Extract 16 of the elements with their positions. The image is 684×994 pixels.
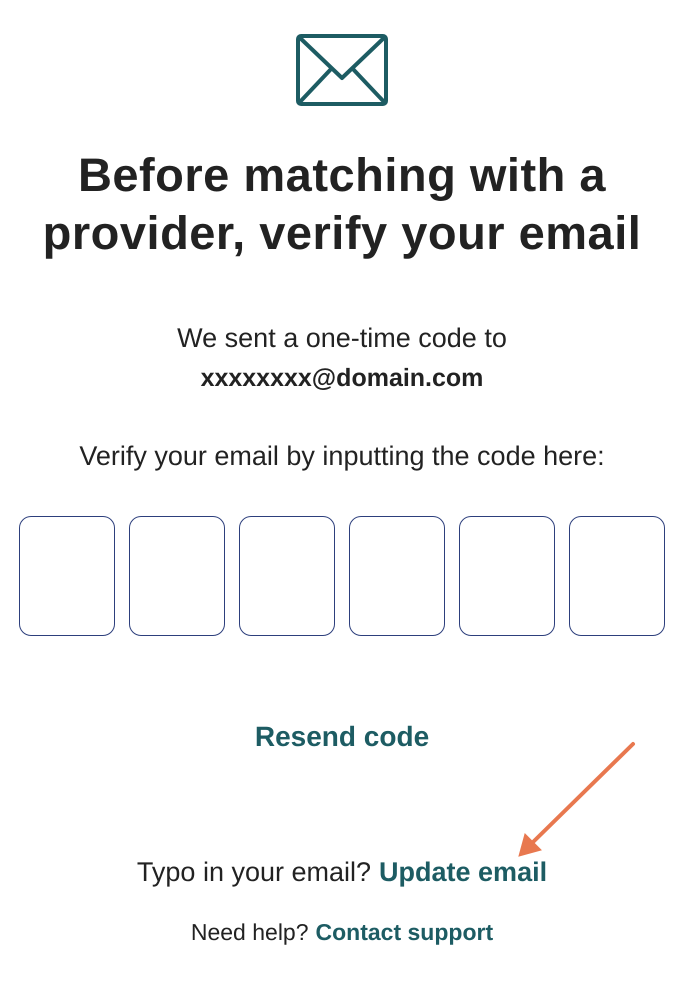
help-text: Need help? bbox=[190, 918, 309, 947]
instruction-text: Verify your email by inputting the code here: bbox=[79, 440, 605, 473]
code-digit-field[interactable] bbox=[569, 516, 665, 636]
code-digit-field[interactable] bbox=[19, 516, 115, 636]
typo-text: Typo in your email? bbox=[136, 856, 372, 889]
page-heading: Before matching with a provider, verify your email bbox=[42, 147, 642, 261]
contact-support-link[interactable]: Contact support bbox=[316, 914, 494, 949]
code-digit-field[interactable] bbox=[349, 516, 445, 636]
code-digit-field[interactable] bbox=[239, 516, 335, 636]
code-digit-field[interactable] bbox=[129, 516, 225, 636]
code-digit-field[interactable] bbox=[459, 516, 555, 636]
update-email-link[interactable]: Update email bbox=[379, 852, 548, 892]
sent-message: We sent a one-time code to bbox=[177, 322, 507, 355]
resend-code-link[interactable]: Resend code bbox=[254, 716, 430, 758]
email-address: xxxxxxxx@domain.com bbox=[200, 363, 484, 394]
envelope-icon bbox=[296, 34, 388, 106]
